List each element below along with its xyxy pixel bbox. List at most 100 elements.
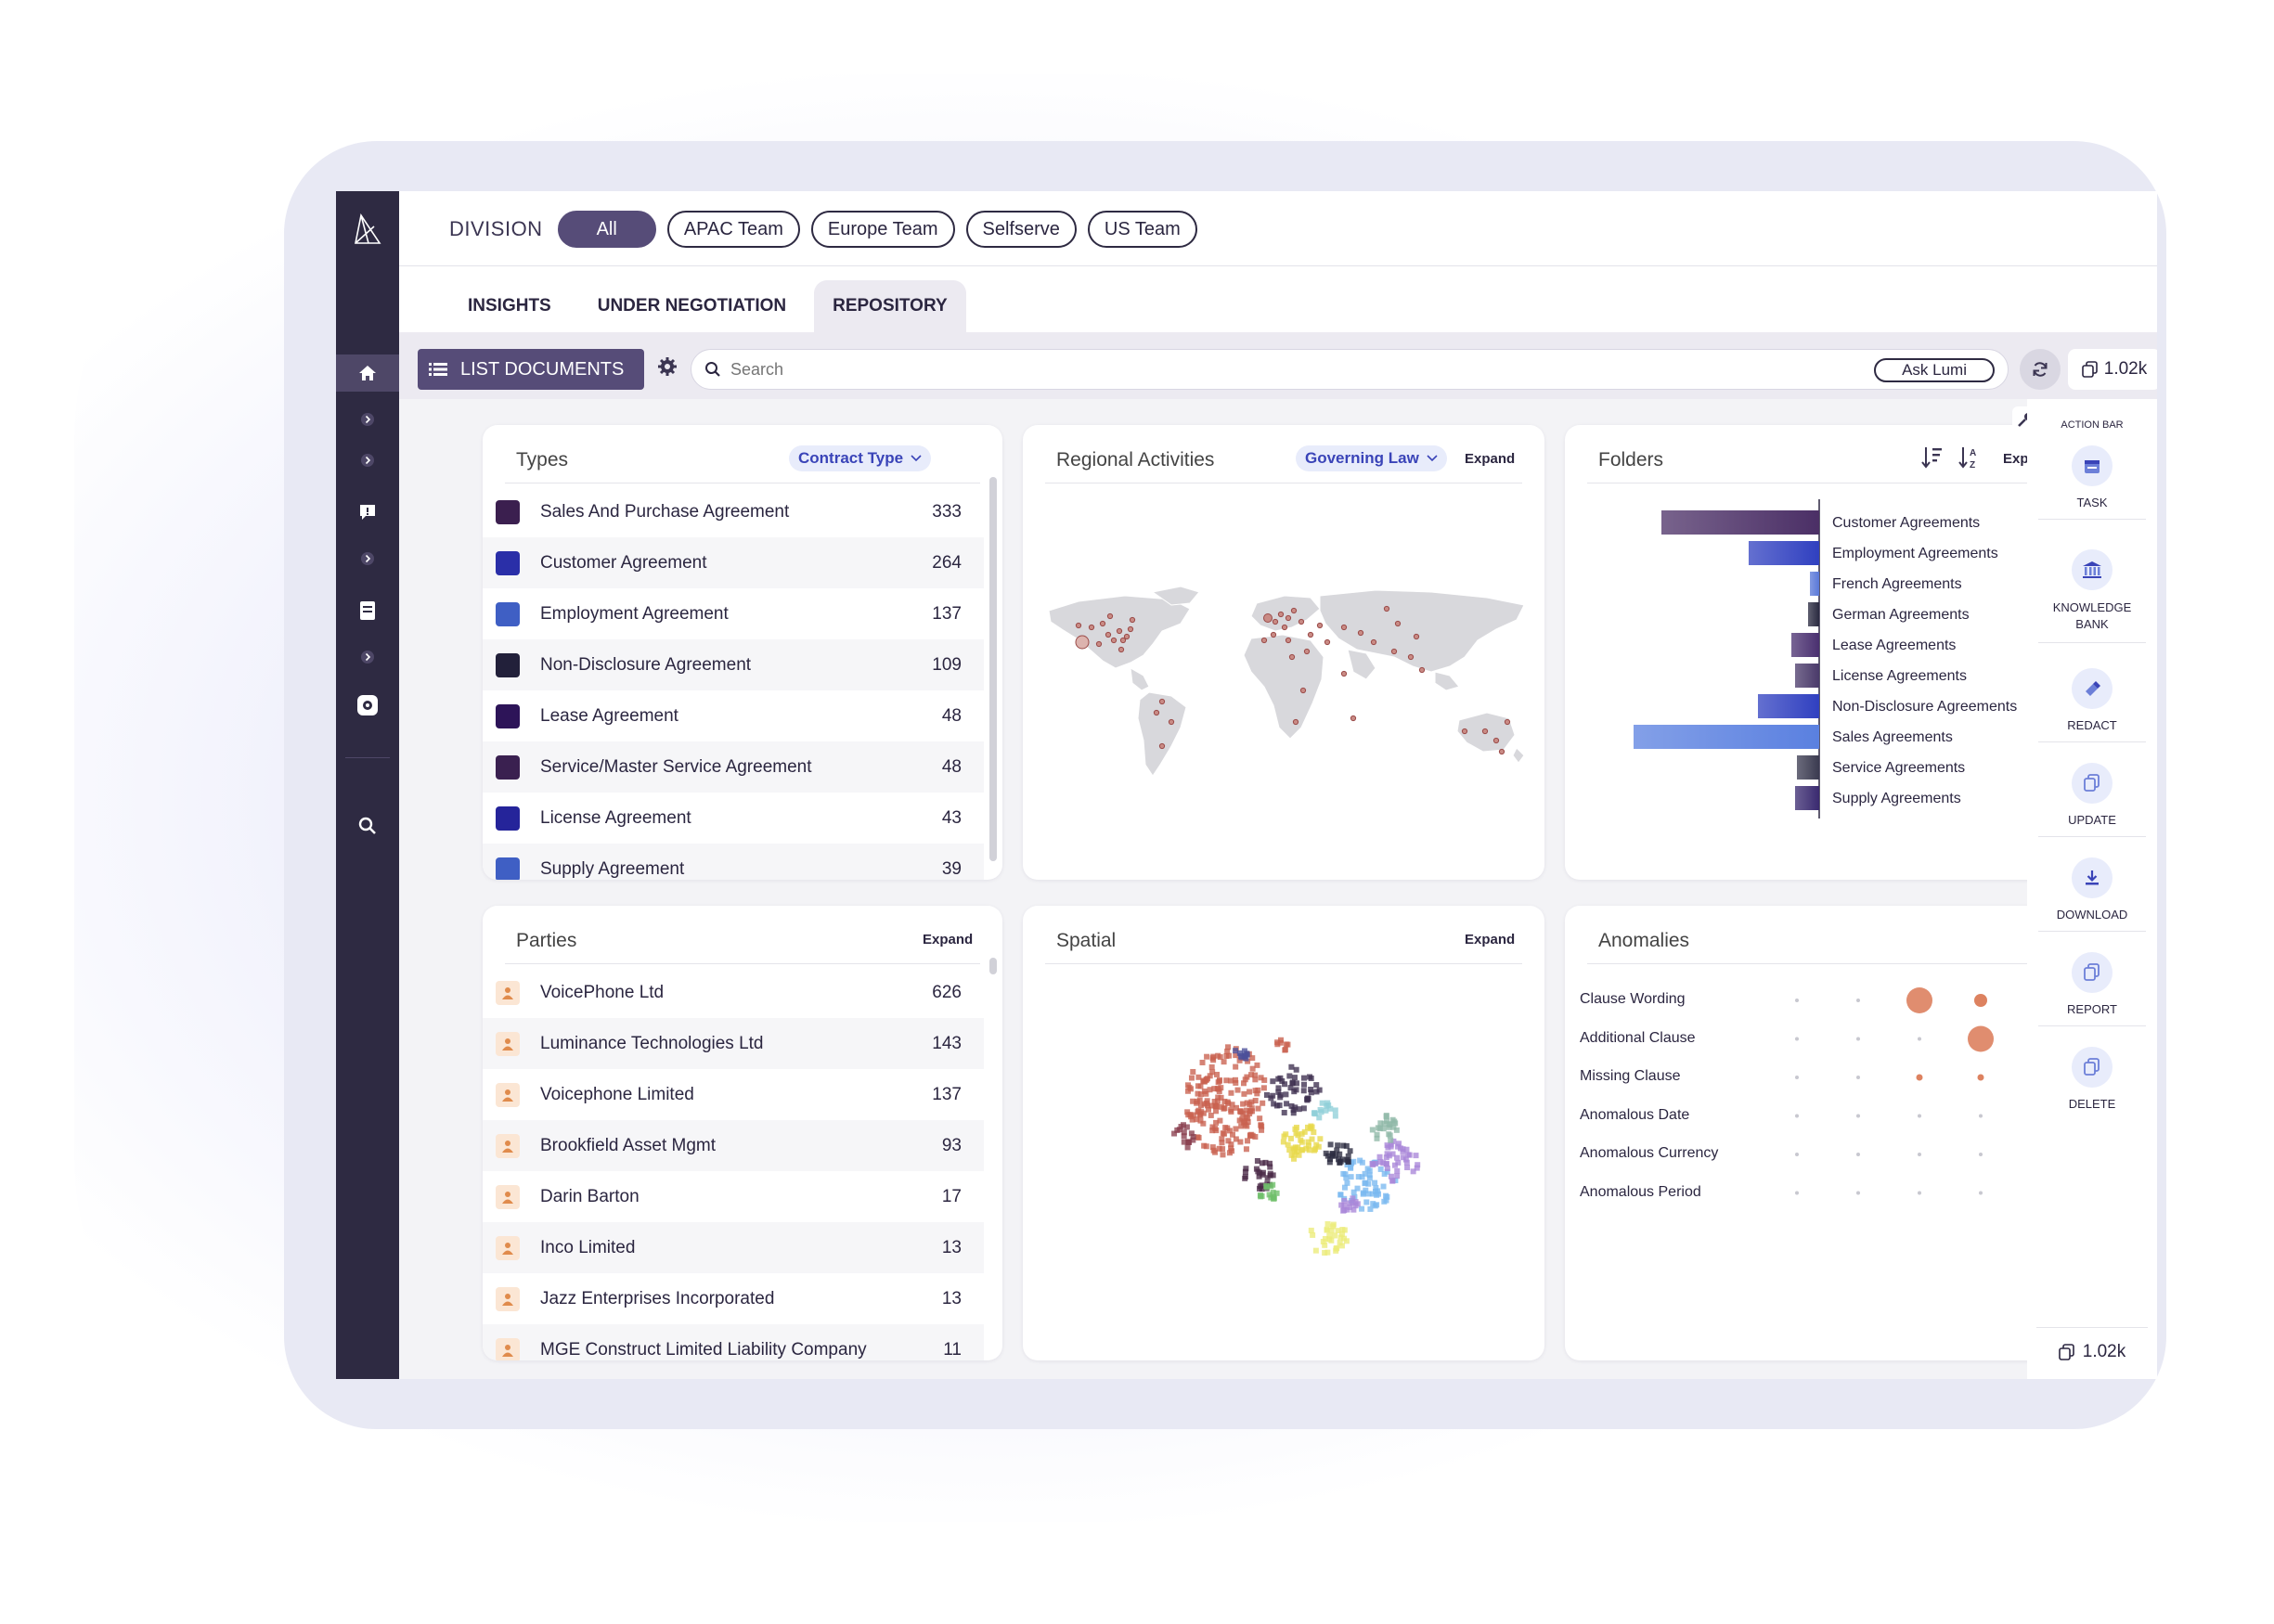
download-button[interactable]: DOWNLOAD	[2038, 857, 2146, 932]
anomaly-bubble[interactable]	[1977, 1074, 1984, 1081]
list-item[interactable]: Darin Barton 17	[483, 1171, 984, 1222]
knowledge-bank-button[interactable]: KNOWLEDGE BANK	[2038, 549, 2146, 643]
expand-chevron-icon[interactable]	[336, 442, 399, 479]
list-item[interactable]: License Agreement 43	[483, 793, 984, 844]
anomaly-bubble[interactable]	[1918, 1153, 1921, 1156]
tab-under-negotiation[interactable]: UNDER NEGOTIATION	[579, 280, 805, 332]
list-item[interactable]: Inco Limited 13	[483, 1222, 984, 1273]
list-item[interactable]: Voicephone Limited 137	[483, 1069, 984, 1120]
settings-icon[interactable]	[336, 687, 399, 724]
footer-count-badge[interactable]: 1.02k	[2027, 1342, 2157, 1362]
comment-icon[interactable]	[336, 494, 399, 531]
anomaly-bubble[interactable]	[1856, 1037, 1860, 1041]
list-item[interactable]: MGE Construct Limited Liability Company 1…	[483, 1324, 984, 1360]
expand-chevron-icon[interactable]	[336, 401, 399, 438]
anomaly-bubble[interactable]	[1795, 1076, 1799, 1079]
redact-button[interactable]: REDACT	[2038, 668, 2146, 742]
spatial-point	[1387, 1132, 1393, 1139]
list-item[interactable]: Service/Master Service Agreement 48	[483, 741, 984, 793]
folder-bar[interactable]	[1795, 664, 1819, 688]
delete-button[interactable]: DELETE	[2038, 1047, 2146, 1111]
spatial-point	[1217, 1117, 1223, 1124]
list-item[interactable]: Sales And Purchase Agreement 333	[483, 486, 984, 537]
list-item[interactable]: Employment Agreement 137	[483, 588, 984, 639]
governing-law-filter[interactable]: Governing Law	[1296, 445, 1447, 471]
anomaly-bubble[interactable]	[1918, 1114, 1921, 1118]
folder-label: Non-Disclosure Agreements	[1832, 699, 2017, 715]
expand-button[interactable]: Expand	[1465, 932, 1515, 947]
list-item[interactable]: Supply Agreement 39	[483, 844, 984, 880]
list-item[interactable]: Jazz Enterprises Incorporated 13	[483, 1273, 984, 1324]
contract-type-filter[interactable]: Contract Type	[789, 445, 932, 471]
list-item[interactable]: VoicePhone Ltd 626	[483, 967, 984, 1018]
folder-bar[interactable]	[1810, 572, 1819, 596]
anomaly-bubble[interactable]	[1968, 1025, 1994, 1052]
folder-bar[interactable]	[1797, 755, 1819, 780]
anomaly-bubble[interactable]	[1856, 1076, 1860, 1079]
document-count: 1.02k	[2103, 359, 2148, 379]
folder-bar[interactable]	[1749, 541, 1819, 565]
spatial-point	[1201, 1142, 1208, 1149]
scrollbar[interactable]	[989, 477, 997, 861]
tab-insights[interactable]: INSIGHTS	[449, 280, 570, 332]
folder-bar[interactable]	[1661, 510, 1819, 535]
list-item[interactable]: Non-Disclosure Agreement 109	[483, 639, 984, 690]
anomaly-bubble[interactable]	[1856, 1114, 1860, 1118]
search-icon[interactable]	[336, 807, 399, 844]
list-item[interactable]: Customer Agreement 264	[483, 537, 984, 588]
folder-bar[interactable]	[1758, 694, 1819, 718]
document-count-badge[interactable]: 1.02k	[2068, 349, 2157, 390]
type-name: License Agreement	[540, 807, 691, 828]
anomaly-bubble[interactable]	[1979, 1114, 1983, 1118]
anomaly-bubble[interactable]	[1795, 1037, 1799, 1041]
scrollbar[interactable]	[989, 958, 997, 974]
document-icon[interactable]	[336, 592, 399, 629]
anomaly-bubble[interactable]	[1856, 1153, 1860, 1156]
anomaly-bubble[interactable]	[1795, 1191, 1799, 1195]
party-name: Voicephone Limited	[540, 1084, 694, 1104]
anomaly-bubble[interactable]	[1795, 1114, 1799, 1118]
anomaly-bubble[interactable]	[1856, 999, 1860, 1002]
anomaly-bubble[interactable]	[1916, 1074, 1923, 1081]
task-button[interactable]: TASK	[2038, 445, 2146, 520]
types-card: Types Contract Type Sales And Purchase A…	[483, 425, 1002, 880]
list-item[interactable]: Brookfield Asset Mgmt 93	[483, 1120, 984, 1171]
sort-descending-icon[interactable]	[1921, 445, 1944, 474]
folder-bar[interactable]	[1791, 633, 1819, 657]
division-pill-selfserve[interactable]: Selfserve	[965, 211, 1077, 248]
sort-alphabetical-icon[interactable]: AZ	[1958, 445, 1983, 474]
division-pill-apac[interactable]: APAC Team	[666, 211, 800, 248]
folder-bar[interactable]	[1634, 725, 1819, 749]
list-item[interactable]: Luminance Technologies Ltd 143	[483, 1018, 984, 1069]
division-pill-europe[interactable]: Europe Team	[810, 211, 955, 248]
update-button[interactable]: UPDATE	[2038, 763, 2146, 837]
list-item[interactable]: Lease Agreement 48	[483, 690, 984, 741]
anomaly-bubble[interactable]	[1856, 1191, 1860, 1195]
anomaly-bubble[interactable]	[1795, 999, 1799, 1002]
gear-icon[interactable]	[657, 356, 678, 381]
list-documents-button[interactable]: LIST DOCUMENTS	[418, 349, 644, 390]
division-pill-us[interactable]: US Team	[1087, 211, 1197, 248]
anomaly-bubble[interactable]	[1906, 987, 1932, 1013]
search-input[interactable]	[730, 359, 1751, 380]
division-pill-all[interactable]: All	[557, 211, 656, 248]
anomaly-bubble[interactable]	[1979, 1191, 1983, 1195]
anomaly-bubble[interactable]	[1918, 1037, 1921, 1041]
app-logo-icon[interactable]	[336, 208, 399, 251]
home-icon[interactable]	[336, 354, 399, 392]
anomaly-bubble[interactable]	[1918, 1191, 1921, 1195]
expand-chevron-icon[interactable]	[336, 540, 399, 577]
ask-lumi-button[interactable]: Ask Lumi	[1874, 358, 1995, 382]
tab-repository[interactable]: REPOSITORY	[814, 280, 966, 332]
spatial-point	[1300, 1075, 1307, 1081]
expand-button[interactable]: Expand	[923, 932, 973, 947]
refresh-button[interactable]	[2020, 349, 2061, 390]
expand-button[interactable]: Expand	[1465, 451, 1515, 467]
anomaly-bubble[interactable]	[1974, 994, 1987, 1007]
anomaly-bubble[interactable]	[1795, 1153, 1799, 1156]
expand-chevron-icon[interactable]	[336, 638, 399, 676]
report-button[interactable]: REPORT	[2038, 952, 2146, 1026]
folder-bar[interactable]	[1808, 602, 1819, 626]
anomaly-bubble[interactable]	[1979, 1153, 1983, 1156]
folder-bar[interactable]	[1795, 786, 1819, 810]
